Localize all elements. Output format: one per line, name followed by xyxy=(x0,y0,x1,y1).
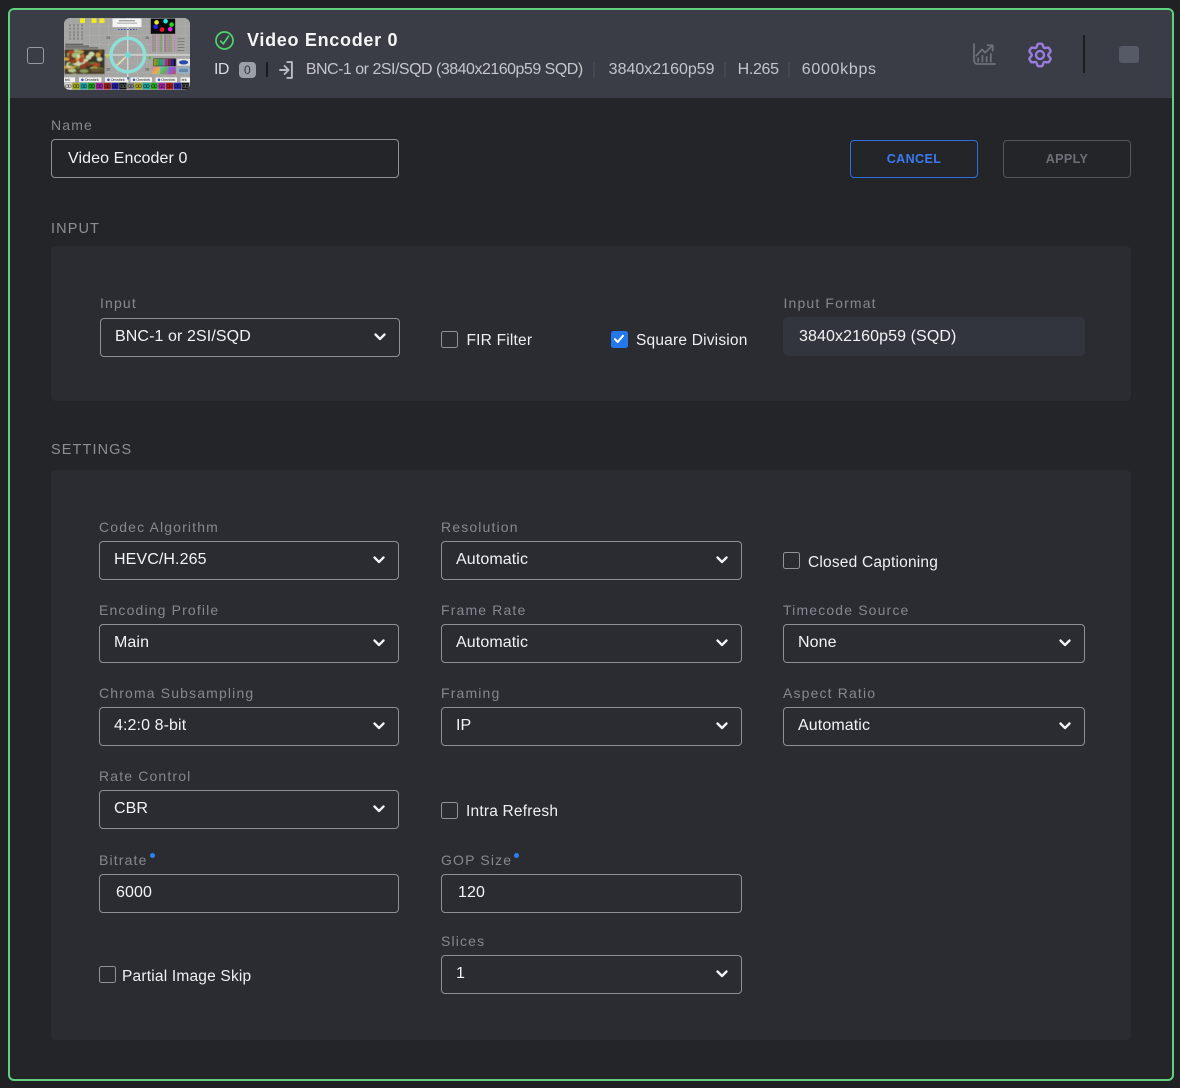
svg-text:26: 26 xyxy=(106,36,110,40)
svg-text:Omnitek: Omnitek xyxy=(136,78,150,82)
svg-text:tek: tek xyxy=(182,78,187,82)
svg-text:26: 26 xyxy=(145,36,149,40)
svg-text:Omnitek: Omnitek xyxy=(161,78,175,82)
svg-text:Omnitek: Omnitek xyxy=(111,78,125,82)
svg-text:Omnitek: Omnitek xyxy=(85,78,99,82)
svg-text:tek: tek xyxy=(65,78,70,82)
svg-text:26: 26 xyxy=(106,68,110,72)
svg-text:26: 26 xyxy=(145,68,149,72)
svg-text:0000: 0000 xyxy=(69,38,83,42)
